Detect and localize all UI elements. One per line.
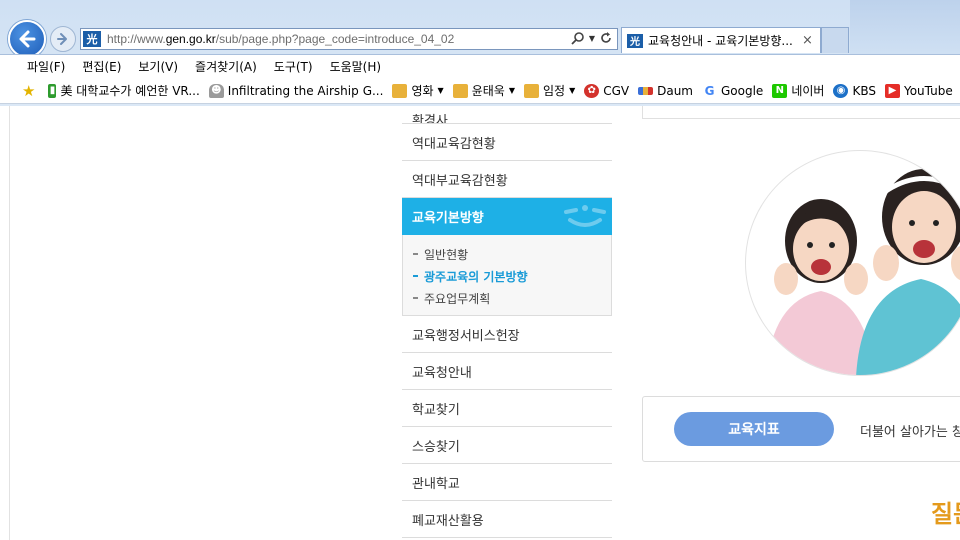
fav-folder[interactable]: 임정 ▼ bbox=[523, 82, 576, 99]
naver-icon: N bbox=[772, 83, 788, 98]
education-goal-box: 교육지표 더불어 살아가는 창 bbox=[642, 396, 960, 462]
search-icon[interactable] bbox=[571, 31, 585, 45]
dropdown-arrow-icon[interactable]: ▼ bbox=[589, 34, 595, 43]
fav-item[interactable]: ▮ 美 대학교수가 예언한 VR... bbox=[48, 82, 200, 99]
google-icon: G bbox=[702, 83, 717, 98]
top-content-box bbox=[642, 106, 960, 119]
site-favicon-icon: 光 bbox=[83, 31, 101, 47]
folder-icon bbox=[523, 83, 539, 98]
emblem-decoration-icon bbox=[564, 205, 606, 227]
menu-item-education-direction[interactable]: 교육기본방향 bbox=[402, 198, 612, 235]
dropdown-arrow-icon: ▼ bbox=[508, 86, 515, 95]
question-banner-text[interactable]: 질문 bbox=[931, 494, 960, 529]
ghost-icon: ☻ bbox=[208, 83, 224, 98]
cgv-icon: ✿ bbox=[584, 83, 600, 98]
menu-item-service-charter[interactable]: 교육행정서비스헌장 bbox=[402, 316, 612, 353]
menu-item-find-school[interactable]: 학교찾기 bbox=[402, 390, 612, 427]
submenu-item-general-status[interactable]: 일반현황 bbox=[413, 243, 611, 265]
fav-item[interactable]: ◉ KBS bbox=[833, 83, 876, 98]
youtube-icon: ▶ bbox=[884, 83, 900, 98]
kbs-icon: ◉ bbox=[833, 83, 849, 98]
education-goal-button[interactable]: 교육지표 bbox=[674, 412, 834, 446]
favorites-bar: ★ ▮ 美 대학교수가 예언한 VR... ☻ Infiltrating the… bbox=[0, 78, 960, 104]
menu-item-closed-school-assets[interactable]: 폐교재산활용 bbox=[402, 501, 612, 538]
active-tab[interactable]: 光 교육청안내 - 교육기본방향... × bbox=[621, 27, 821, 53]
submenu-item-basic-direction[interactable]: 광주교육의 기본방향 bbox=[413, 265, 611, 287]
fav-item[interactable]: N 네이버 bbox=[772, 82, 824, 99]
favorites-star-icon[interactable]: ★ bbox=[22, 82, 35, 100]
forward-button[interactable] bbox=[50, 26, 76, 52]
menu-favorites[interactable]: 즐겨찾기(A) bbox=[195, 58, 257, 75]
bookmark-icon: ▮ bbox=[48, 83, 57, 98]
submenu: 일반현황 광주교육의 기본방향 주요업무계획 bbox=[402, 235, 612, 316]
left-divider bbox=[9, 106, 10, 540]
bullet-dash bbox=[413, 275, 418, 277]
fav-item[interactable]: G Google bbox=[702, 83, 763, 98]
back-arrow-icon bbox=[19, 30, 36, 48]
folder-icon bbox=[392, 83, 408, 98]
fav-folder[interactable]: 영화 ▼ bbox=[392, 82, 444, 99]
address-bar[interactable]: 光 http://www.gen.go.kr/sub/page.php?page… bbox=[80, 28, 618, 50]
forward-arrow-icon bbox=[57, 33, 67, 45]
menu-tools[interactable]: 도구(T) bbox=[274, 58, 313, 75]
daum-icon bbox=[638, 86, 654, 95]
menu-file[interactable]: 파일(F) bbox=[27, 58, 65, 75]
menu-item-office-guide[interactable]: 교육청안내 bbox=[402, 353, 612, 390]
menu-item-local-schools[interactable]: 관내학교 bbox=[402, 464, 612, 501]
fav-item[interactable]: Daum bbox=[638, 84, 693, 98]
tab-favicon-icon: 光 bbox=[627, 33, 643, 48]
tab-title: 교육청안내 - 교육기본방향... bbox=[648, 34, 793, 48]
fav-item[interactable]: ☻ Infiltrating the Airship bbox=[208, 83, 359, 98]
menu-item-find-teacher[interactable]: 스승찾기 bbox=[402, 427, 612, 464]
menu-edit[interactable]: 편집(E) bbox=[82, 58, 121, 75]
new-tab-button[interactable] bbox=[821, 27, 849, 53]
fav-item[interactable]: ✿ CGV bbox=[584, 83, 629, 98]
menu-item-history[interactable]: 환경사 bbox=[402, 106, 612, 124]
bullet-dash bbox=[413, 253, 418, 255]
folder-icon bbox=[452, 83, 468, 98]
window-chrome-area bbox=[850, 0, 960, 54]
main-content: 교육지표 더불어 살아가는 창 질문 bbox=[642, 106, 960, 540]
menu-help[interactable]: 도움말(H) bbox=[330, 58, 382, 75]
refresh-icon[interactable] bbox=[599, 31, 613, 45]
children-photo bbox=[745, 150, 960, 376]
tab-close-icon[interactable]: × bbox=[802, 33, 813, 48]
menu-bar: 파일(F) 편집(E) 보기(V) 즐겨찾기(A) 도구(T) 도움말(H) bbox=[0, 54, 960, 78]
fav-item[interactable]: G... bbox=[363, 84, 384, 98]
children-illustration bbox=[766, 169, 960, 375]
submenu-item-work-plan[interactable]: 주요업무계획 bbox=[413, 287, 611, 309]
address-url[interactable]: http://www.gen.go.kr/sub/page.php?page_c… bbox=[107, 32, 454, 46]
fav-folder[interactable]: 윤태욱 ▼ bbox=[452, 82, 515, 99]
menu-view[interactable]: 보기(V) bbox=[138, 58, 178, 75]
page-content: 환경사 역대교육감현황 역대부교육감현황 교육기본방향 일반현황 광주교육의 기… bbox=[0, 106, 960, 540]
dropdown-arrow-icon: ▼ bbox=[437, 86, 444, 95]
menu-item-vice-superintendents[interactable]: 역대부교육감현황 bbox=[402, 161, 612, 198]
fav-item[interactable]: ▶ YouTube bbox=[884, 83, 953, 98]
back-button[interactable] bbox=[8, 20, 46, 58]
dropdown-arrow-icon: ▼ bbox=[569, 86, 576, 95]
education-goal-text: 더불어 살아가는 창 bbox=[860, 425, 960, 440]
bullet-dash bbox=[413, 297, 418, 299]
side-menu: 환경사 역대교육감현황 역대부교육감현황 교육기본방향 일반현황 광주교육의 기… bbox=[402, 106, 612, 538]
menu-item-superintendents[interactable]: 역대교육감현황 bbox=[402, 124, 612, 161]
